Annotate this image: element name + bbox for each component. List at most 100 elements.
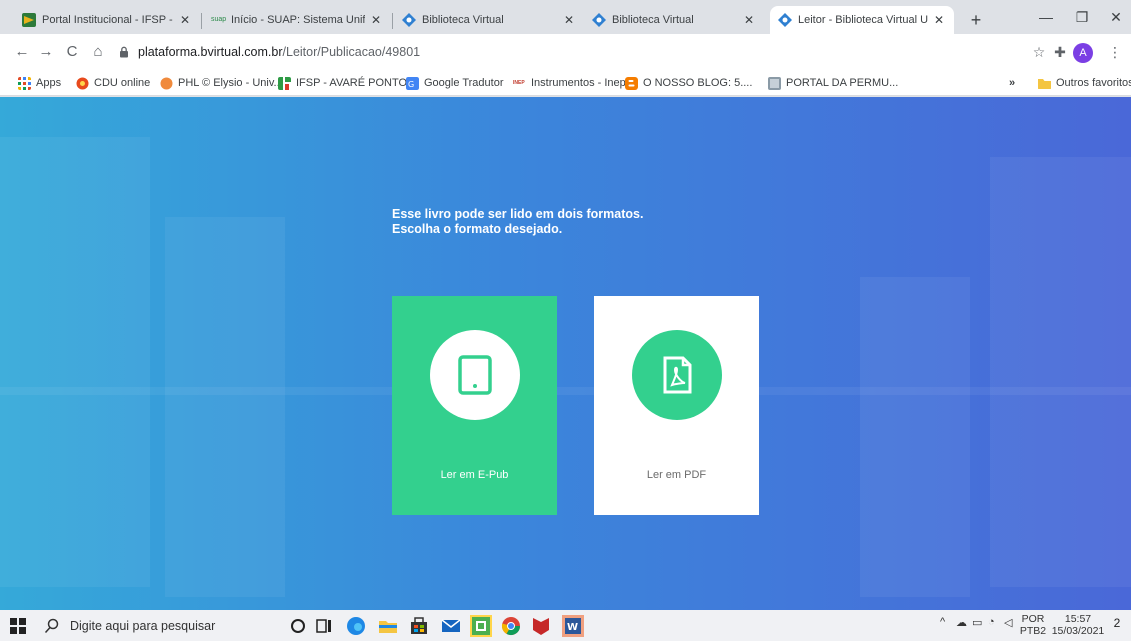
wifi-icon[interactable]: ◔ — [988, 616, 995, 628]
read-epub-button[interactable]: Ler em E-Pub — [392, 296, 557, 515]
tab-portal-ifsp[interactable]: Portal Institucional - IFSP - Bus ✕ — [14, 6, 200, 34]
svg-text:G: G — [408, 80, 414, 89]
svg-text:W: W — [567, 622, 578, 633]
heading-line-2: Escolha o formato desejado. — [392, 222, 563, 236]
forward-arrow-icon[interactable]: → — [34, 40, 58, 64]
bookmarks-overflow-button[interactable]: » — [1009, 74, 1015, 92]
restore-icon[interactable]: ❐ — [1064, 4, 1100, 30]
bookmark-label: CDU online — [94, 77, 151, 89]
bookmark-label: O NOSSO BLOG: 5.... — [643, 77, 753, 89]
store-icon[interactable] — [408, 615, 430, 637]
phl-icon — [160, 77, 173, 89]
tab-biblioteca-virtual-1[interactable]: Biblioteca Virtual ✕ — [394, 6, 584, 34]
bookmark-phl[interactable]: PHL © Elysio - Univ... — [160, 74, 283, 92]
app-green-icon[interactable] — [470, 615, 492, 637]
shelf-line — [0, 387, 1131, 395]
epub-label: Ler em E-Pub — [440, 469, 509, 481]
tab-leitor-active[interactable]: Leitor - Biblioteca Virtual Unive ✕ — [770, 6, 954, 34]
tab-biblioteca-virtual-2[interactable]: Biblioteca Virtual ✕ — [584, 6, 764, 34]
tab-close-icon[interactable]: ✕ — [178, 13, 192, 27]
format-heading: Esse livro pode ser lido em dois formato… — [392, 207, 732, 237]
tab-title: Biblioteca Virtual — [422, 14, 504, 26]
browser-toolbar: ← → C ⌂ plataforma.bvirtual.com.br/Leito… — [0, 34, 1131, 70]
epub-icon-circle — [430, 330, 520, 420]
tab-close-icon[interactable]: ✕ — [742, 13, 756, 27]
read-pdf-button[interactable]: Ler em PDF — [594, 296, 759, 515]
volume-icon[interactable]: ◁ — [1004, 616, 1012, 629]
apps-grid-icon — [18, 76, 31, 90]
notification-count: 2 — [1113, 616, 1121, 630]
blogger-icon — [625, 76, 638, 90]
taskbar-search[interactable]: Digite aqui para pesquisar — [44, 612, 264, 639]
tab-title: Biblioteca Virtual — [612, 14, 694, 26]
onedrive-icon[interactable]: ☁ — [956, 616, 967, 629]
chrome-icon[interactable] — [500, 615, 522, 637]
bvirtual-favicon — [592, 13, 606, 27]
bookmark-label: PORTAL DA PERMU... — [786, 77, 899, 89]
folder-icon — [1038, 78, 1051, 89]
tab-separator — [201, 13, 202, 29]
bookmarks-bar: Apps CDU online PHL © Elysio - Univ... I… — [0, 70, 1131, 96]
windows-start-icon[interactable] — [10, 618, 26, 634]
tab-title: Portal Institucional - IFSP - Bus — [42, 14, 174, 26]
address-bar[interactable]: plataforma.bvirtual.com.br/Leitor/Public… — [118, 39, 1018, 65]
pdf-file-icon — [663, 356, 692, 394]
bookmark-apps[interactable]: Apps — [18, 74, 61, 92]
clock-time: 15:57 — [1064, 613, 1092, 625]
mail-icon[interactable] — [440, 615, 462, 637]
bookmark-google-tradutor[interactable]: G Google Tradutor — [406, 74, 504, 92]
bookmark-portal-permuta[interactable]: PORTAL DA PERMU... — [768, 74, 898, 92]
bvirtual-favicon — [402, 13, 416, 27]
back-arrow-icon[interactable]: ← — [10, 40, 34, 64]
bookmark-cdu-online[interactable]: CDU online — [76, 74, 150, 92]
home-icon[interactable]: ⌂ — [86, 40, 110, 64]
search-icon — [44, 618, 59, 633]
taskbar-clock[interactable]: 15:57 15/03/2021 — [1050, 613, 1106, 637]
battery-icon[interactable]: ▭ — [972, 616, 982, 629]
bookmark-label: Instrumentos - Inep — [531, 77, 626, 89]
bookshelf-background — [165, 217, 285, 597]
bookmark-label: Outros favoritos — [1056, 77, 1131, 89]
task-view-icon[interactable] — [313, 615, 335, 637]
tab-suap[interactable]: suap Início - SUAP: Sistema Unificad ✕ — [203, 6, 391, 34]
minimize-icon[interactable]: — — [1028, 4, 1064, 30]
profile-avatar[interactable]: A — [1073, 43, 1093, 63]
tab-close-icon[interactable]: ✕ — [932, 13, 946, 27]
word-icon[interactable]: W — [562, 615, 584, 637]
lang-line-1: POR — [1021, 613, 1045, 625]
language-indicator[interactable]: POR PTB2 — [1018, 613, 1048, 637]
menu-kebab-icon[interactable]: ⋮ — [1103, 40, 1127, 64]
bookshelf-background — [860, 277, 970, 597]
url-domain: plataforma.bvirtual.com.br — [138, 45, 283, 59]
bookmark-ifsp-ponto[interactable]: IFSP - AVARÉ PONTO — [278, 74, 407, 92]
cortana-icon[interactable] — [287, 615, 309, 637]
tab-separator — [392, 13, 393, 29]
new-tab-button[interactable]: + — [964, 8, 988, 32]
tablet-icon — [458, 355, 492, 395]
pdf-icon-circle — [632, 330, 722, 420]
bvirtual-favicon — [778, 13, 792, 27]
mcafee-icon[interactable] — [530, 615, 552, 637]
lang-line-2: PTB2 — [1019, 625, 1047, 637]
file-explorer-icon[interactable] — [377, 615, 399, 637]
ifsp-favicon — [22, 13, 36, 27]
bookshelf-background — [990, 157, 1131, 587]
reload-icon[interactable]: C — [60, 40, 84, 64]
heading-line-1: Esse livro pode ser lido em dois formato… — [392, 207, 644, 221]
extensions-puzzle-icon[interactable]: ✚ — [1048, 40, 1072, 64]
close-window-icon[interactable]: ✕ — [1098, 4, 1131, 30]
cdu-icon — [76, 77, 89, 89]
bookmark-other-favorites[interactable]: Outros favoritos — [1038, 74, 1131, 92]
portal-icon — [768, 76, 781, 90]
bookmark-blog[interactable]: O NOSSO BLOG: 5.... — [625, 74, 752, 92]
tab-close-icon[interactable]: ✕ — [369, 13, 383, 27]
clock-date: 15/03/2021 — [1051, 625, 1105, 637]
translate-icon: G — [406, 76, 419, 90]
notification-center-icon[interactable]: 2 — [1108, 616, 1126, 634]
tab-close-icon[interactable]: ✕ — [562, 13, 576, 27]
bookmark-label: IFSP - AVARÉ PONTO — [296, 77, 408, 89]
edge-browser-icon[interactable] — [345, 615, 367, 637]
bookmark-inep[interactable]: INEP Instrumentos - Inep — [513, 74, 626, 92]
tray-chevron-icon[interactable]: ^ — [940, 616, 945, 628]
bookshelf-background — [0, 137, 150, 587]
